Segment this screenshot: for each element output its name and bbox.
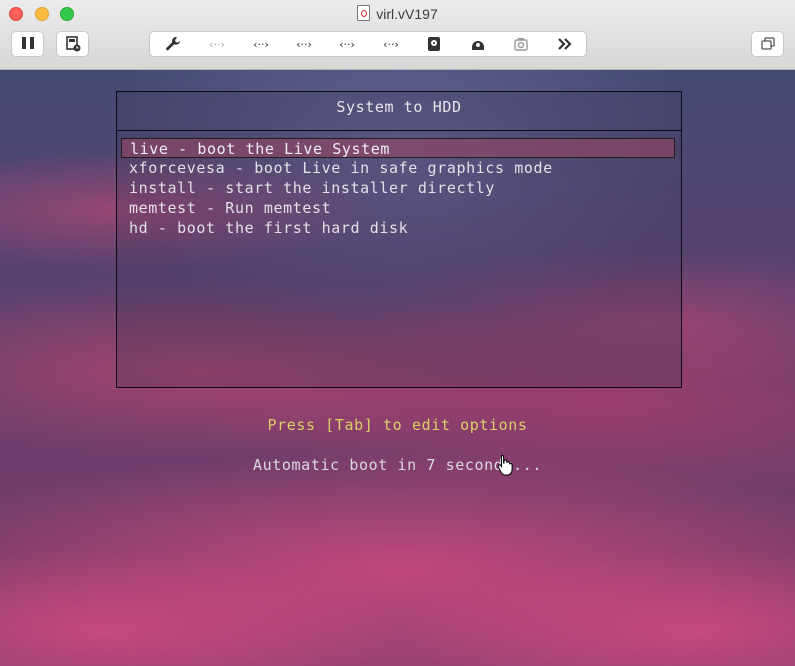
wrench-icon — [166, 37, 180, 51]
boot-entry-xforcevesa[interactable]: xforcevesa - boot Live in safe graphics … — [129, 158, 553, 178]
guest-screen[interactable]: System to HDD live - boot the Live Syste… — [0, 70, 795, 666]
window-restore-icon — [760, 37, 775, 50]
boot-entry-install[interactable]: install - start the installer directly — [129, 178, 495, 198]
snapshot-icon — [65, 36, 80, 52]
network-adapter-5-button[interactable]: ‹··› — [376, 32, 406, 56]
pause-button[interactable] — [11, 31, 44, 57]
boot-entry-hd[interactable]: hd - boot the first hard disk — [129, 218, 408, 238]
hard-disk-icon — [428, 37, 440, 51]
boot-menu-divider — [117, 130, 681, 131]
network-adapter-icon: ‹··› — [339, 37, 355, 51]
network-adapter-icon: ‹··› — [383, 37, 399, 51]
document-icon — [357, 5, 371, 21]
device-toolbar: ‹··› ‹··› ‹··› ‹··› ‹··› — [149, 31, 587, 57]
title-bar: virl.vV197 ‹··› ‹··› ‹··› ‹··› ‹··› — [0, 0, 795, 70]
unity-view-button[interactable] — [751, 31, 784, 57]
window-title: virl.vV197 — [0, 5, 795, 22]
autoboot-countdown: Automatic boot in 7 seconds... — [253, 456, 542, 474]
network-adapter-icon: ‹··› — [296, 37, 312, 51]
network-adapter-1-button[interactable]: ‹··› — [202, 32, 232, 56]
snapshot-button[interactable] — [56, 31, 89, 57]
network-adapter-3-button[interactable]: ‹··› — [289, 32, 319, 56]
network-adapter-icon: ‹··› — [253, 37, 269, 51]
chevron-double-right-icon — [558, 38, 572, 50]
vm-window: virl.vV197 ‹··› ‹··› ‹··› ‹··› ‹··› Syst… — [0, 0, 795, 666]
boot-entry-memtest[interactable]: memtest - Run memtest — [129, 198, 331, 218]
tab-hint-text: Press [Tab] to edit options — [267, 416, 528, 434]
pause-icon — [20, 36, 36, 52]
network-adapter-2-button[interactable]: ‹··› — [246, 32, 276, 56]
camera-button[interactable] — [506, 32, 536, 56]
settings-wrench-button[interactable] — [158, 32, 188, 56]
disk-eject-icon — [472, 41, 484, 50]
network-adapter-icon: ‹··› — [209, 37, 225, 51]
boot-entry-live[interactable]: live - boot the Live System — [121, 138, 675, 158]
more-button[interactable] — [550, 32, 580, 56]
network-adapter-4-button[interactable]: ‹··› — [332, 32, 362, 56]
boot-menu: System to HDD live - boot the Live Syste… — [116, 91, 682, 388]
camera-icon — [514, 38, 528, 51]
window-title-text: virl.vV197 — [376, 6, 438, 22]
hard-disk-button[interactable] — [419, 32, 449, 56]
boot-menu-title: System to HDD — [336, 98, 462, 116]
hand-cursor-icon — [497, 454, 513, 476]
optical-disk-button[interactable] — [463, 32, 493, 56]
